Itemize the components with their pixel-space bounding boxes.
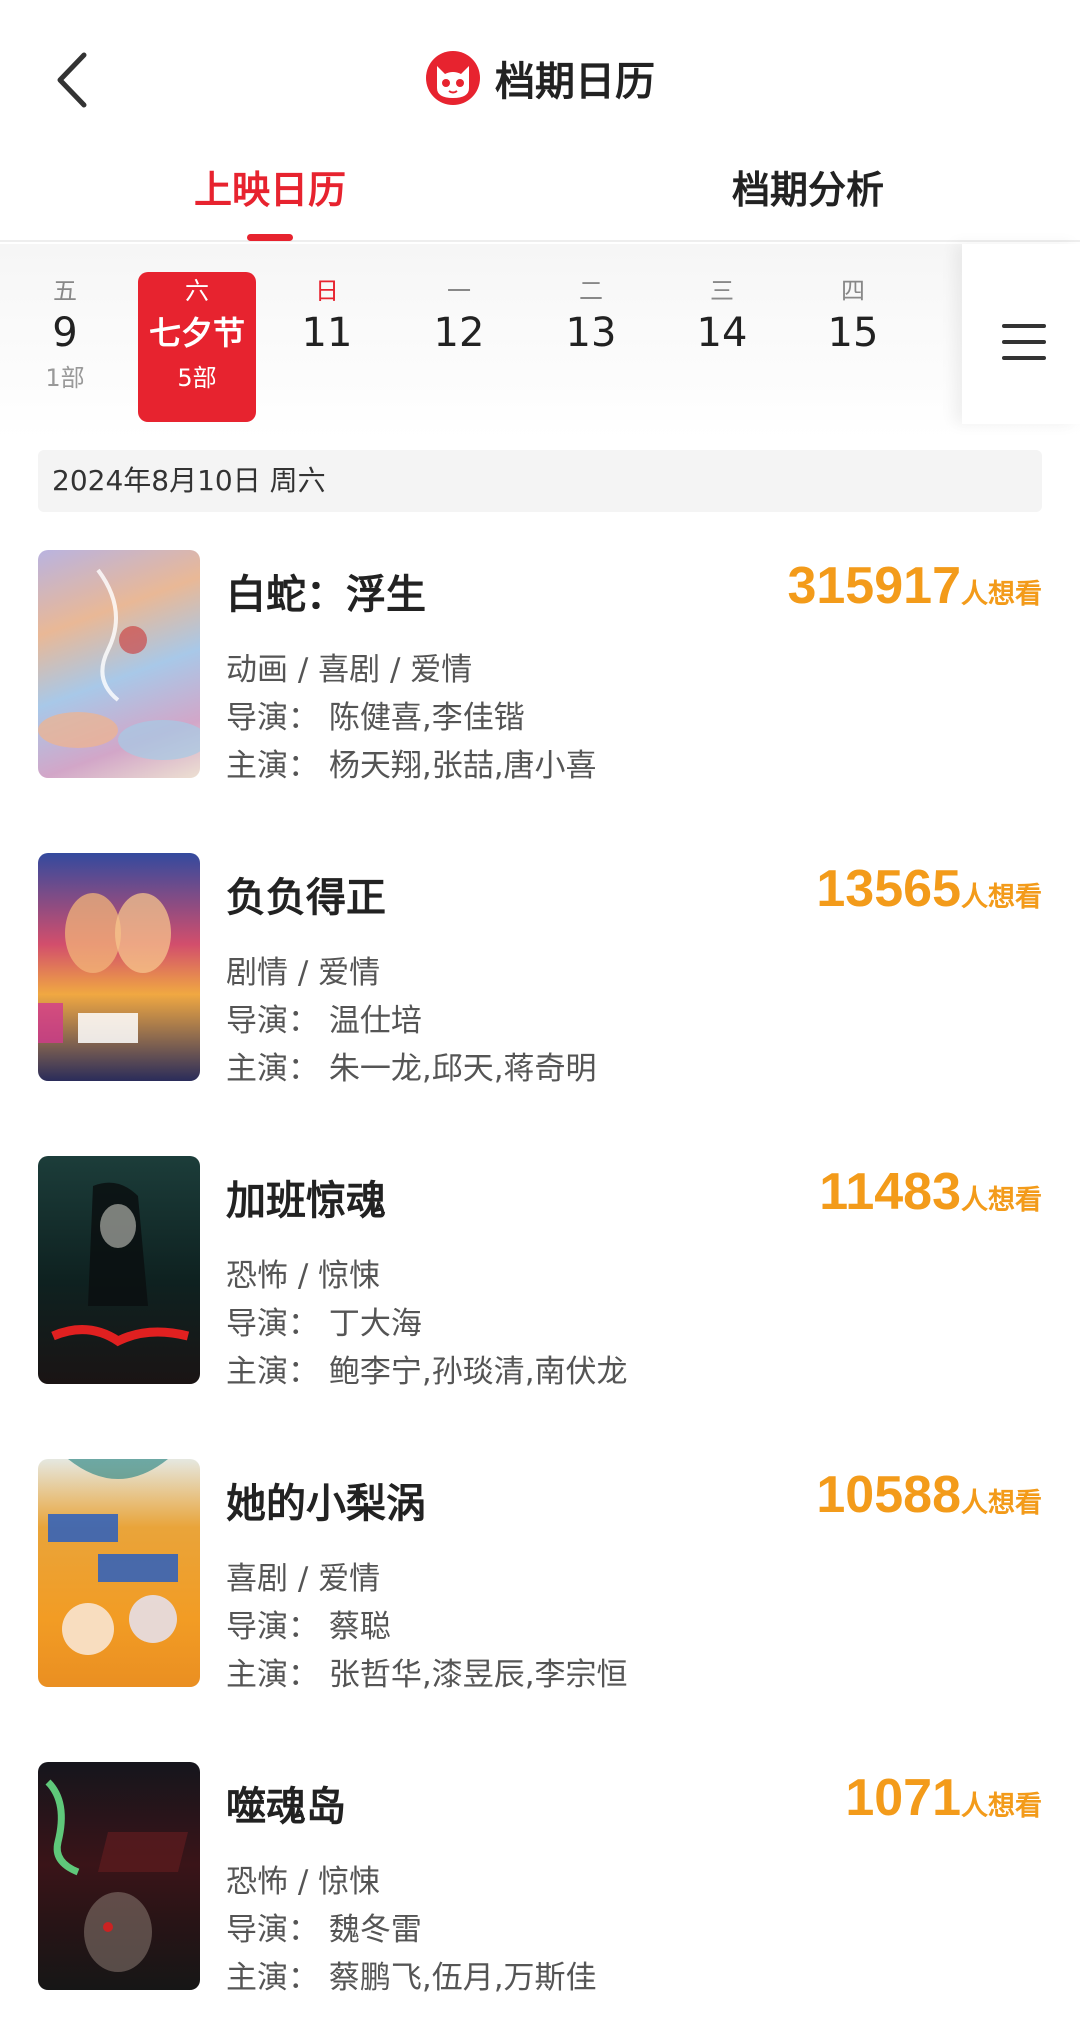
weekday-label: 四 — [841, 277, 865, 305]
want-count: 11483 — [819, 1163, 961, 1221]
want-to-see: 10588人想看 — [816, 1465, 1042, 1525]
want-to-see: 11483人想看 — [819, 1162, 1042, 1222]
movie-poster — [38, 550, 200, 778]
want-to-see: 1071人想看 — [845, 1768, 1042, 1828]
movie-genre: 剧情 / 爱情 — [226, 955, 381, 991]
weekday-label: 二 — [579, 277, 603, 305]
date-item-14[interactable]: 三 14 — [663, 272, 781, 422]
release-count: 5部 — [177, 364, 217, 392]
release-count — [532, 358, 650, 398]
want-count: 10588 — [816, 1466, 961, 1524]
movie-title: 她的小梨涡 — [226, 1481, 426, 1527]
movie-cast: 主演： 鲍李宁,孙琰清,南伏龙 — [226, 1354, 628, 1390]
calendar-menu-button[interactable] — [962, 244, 1080, 424]
want-unit: 人想看 — [961, 1488, 1042, 1519]
date-item-11[interactable]: 日 11 — [268, 272, 386, 422]
date-item-9[interactable]: 五 9 1部 — [6, 272, 124, 422]
movie-director: 导演： 蔡聪 — [226, 1609, 391, 1645]
want-count: 13565 — [816, 860, 961, 918]
date-item-15[interactable]: 四 15 — [794, 272, 912, 422]
movie-genre: 恐怖 / 惊悚 — [226, 1864, 381, 1900]
movie-director: 导演： 陈健喜,李佳锴 — [226, 700, 525, 736]
movie-poster — [38, 1459, 200, 1687]
release-count — [268, 358, 386, 398]
date-label: 11 — [301, 310, 353, 356]
movie-item[interactable]: 加班惊魂 11483人想看 恐怖 / 惊悚 导演： 丁大海 主演： 鲍李宁,孙琰… — [38, 1156, 1042, 1390]
want-count: 315917 — [787, 557, 961, 615]
movie-director: 导演： 丁大海 — [226, 1306, 422, 1342]
want-unit: 人想看 — [961, 882, 1042, 913]
selected-date-header: 2024年8月10日 周六 — [38, 450, 1042, 512]
movie-item[interactable]: 她的小梨涡 10588人想看 喜剧 / 爱情 导演： 蔡聪 主演： 张哲华,漆昱… — [38, 1459, 1042, 1693]
poster-art — [51, 1182, 190, 1347]
menu-icon — [1002, 324, 1046, 360]
want-to-see: 13565人想看 — [816, 859, 1042, 919]
release-count — [794, 358, 912, 398]
date-label: 9 — [52, 310, 78, 356]
date-label: 14 — [696, 310, 748, 356]
weekday-label: 日 — [315, 277, 339, 305]
want-unit: 人想看 — [961, 1185, 1042, 1216]
movie-director: 导演： 温仕培 — [226, 1003, 422, 1039]
date-item-qixi[interactable]: 六 七夕节 5部 — [138, 272, 256, 422]
movie-poster — [38, 853, 200, 1081]
date-label: 12 — [433, 310, 485, 356]
app-header: 档期日历 — [0, 0, 1080, 150]
tab-release-calendar[interactable]: 上映日历 — [120, 160, 420, 220]
movie-item[interactable]: 白蛇：浮生 315917人想看 动画 / 喜剧 / 爱情 导演： 陈健喜,李佳锴… — [38, 550, 1042, 784]
movie-cast: 主演： 张哲华,漆昱辰,李宗恒 — [226, 1657, 628, 1693]
movie-cast: 主演： 杨天翔,张喆,唐小喜 — [226, 748, 597, 784]
weekday-label: 一 — [447, 277, 471, 305]
want-to-see: 315917人想看 — [787, 556, 1042, 616]
active-tab-indicator — [247, 234, 293, 241]
movie-genre: 恐怖 / 惊悚 — [226, 1258, 381, 1294]
date-label: 15 — [827, 310, 879, 356]
tab-bar: 上映日历 档期分析 — [0, 150, 1080, 242]
weekday-label: 三 — [710, 277, 734, 305]
date-label: 七夕节 — [148, 314, 245, 352]
movie-item[interactable]: 噬魂岛 1071人想看 恐怖 / 惊悚 导演： 魏冬雷 主演： 蔡鹏飞,伍月,万… — [38, 1762, 1042, 1996]
tab-schedule-analysis[interactable]: 档期分析 — [658, 160, 958, 220]
date-label: 13 — [565, 310, 617, 356]
movie-title: 负负得正 — [226, 875, 386, 921]
date-item-13[interactable]: 二 13 — [532, 272, 650, 422]
movie-title: 白蛇：浮生 — [226, 572, 426, 618]
poster-art — [38, 893, 171, 1043]
movie-title: 加班惊魂 — [226, 1178, 386, 1224]
poster-art — [45, 1779, 188, 1972]
release-count — [400, 358, 518, 398]
poster-art — [38, 568, 200, 760]
page-title: 档期日历 — [495, 59, 655, 105]
want-unit: 人想看 — [961, 1791, 1042, 1822]
movie-cast: 主演： 朱一龙,邱天,蒋奇明 — [226, 1051, 597, 1087]
date-item-12[interactable]: 一 12 — [400, 272, 518, 422]
movie-item[interactable]: 负负得正 13565人想看 剧情 / 爱情 导演： 温仕培 主演： 朱一龙,邱天… — [38, 853, 1042, 1087]
want-count: 1071 — [845, 1769, 961, 1827]
movie-director: 导演： 魏冬雷 — [226, 1912, 422, 1948]
maoyan-cat-logo-icon — [426, 51, 480, 105]
release-count: 1部 — [45, 364, 85, 392]
date-selector: 五 9 1部 六 七夕节 5部 日 11 一 12 二 13 三 14 四 15 — [0, 244, 1080, 440]
want-unit: 人想看 — [961, 579, 1042, 610]
weekday-label: 六 — [185, 277, 209, 305]
movie-title: 噬魂岛 — [226, 1784, 346, 1830]
title-bar: 档期日历 — [0, 48, 1080, 108]
movie-genre: 喜剧 / 爱情 — [226, 1561, 381, 1597]
movie-poster — [38, 1156, 200, 1384]
poster-art — [48, 1459, 178, 1655]
movie-genre: 动画 / 喜剧 / 爱情 — [226, 652, 473, 688]
movie-poster — [38, 1762, 200, 1990]
weekday-label: 五 — [53, 277, 77, 305]
release-count — [663, 358, 781, 398]
movie-cast: 主演： 蔡鹏飞,伍月,万斯佳 — [226, 1960, 597, 1996]
